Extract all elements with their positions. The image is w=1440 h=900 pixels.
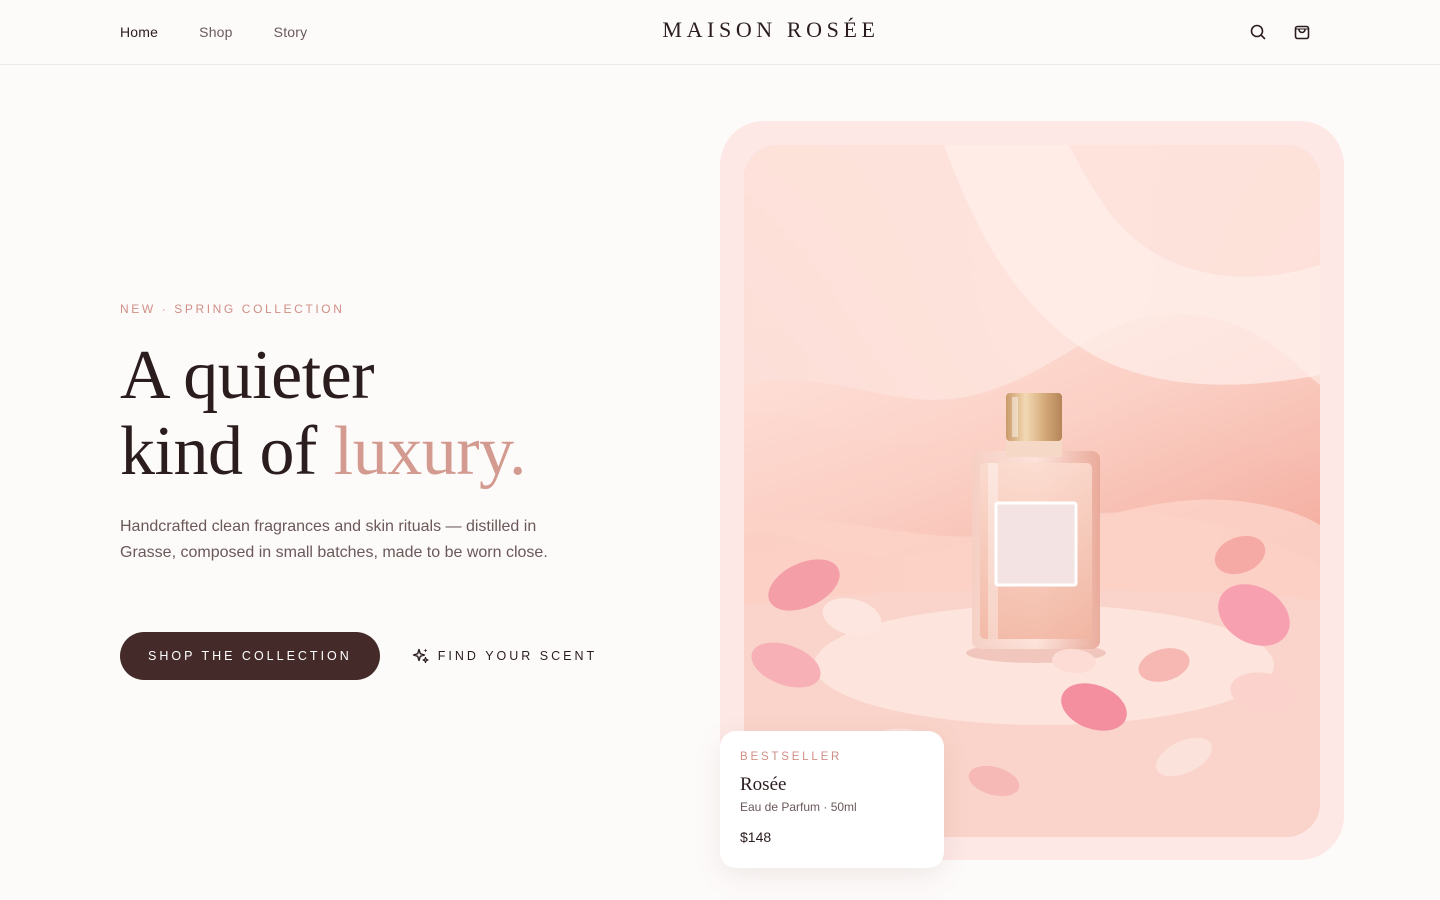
product-description: Eau de Parfum · 50ml [740, 800, 857, 814]
bestseller-badge: BESTSELLER [740, 751, 843, 763]
headline-line-1: A quieter [120, 337, 375, 414]
hero-actions: SHOP THE COLLECTION FIND YOUR SCENT [120, 632, 597, 680]
shop-collection-button[interactable]: SHOP THE COLLECTION [120, 632, 380, 680]
shopping-bag-icon[interactable] [1292, 22, 1312, 42]
bestseller-card[interactable]: BESTSELLER Rosée Eau de Parfum · 50ml $1… [720, 731, 944, 868]
find-scent-label: FIND YOUR SCENT [437, 649, 598, 663]
brand-logo[interactable]: MAISON ROSÉE [0, 17, 1440, 43]
sparkles-icon [412, 647, 430, 665]
hero-eyebrow: NEW · SPRING COLLECTION [120, 302, 345, 316]
hero-headline: A quieter kind of luxury. [120, 338, 526, 490]
headline-accent: luxury. [333, 413, 527, 490]
product-price: $148 [740, 829, 772, 845]
headline-line-2: kind of [120, 413, 317, 490]
hero-description: Handcrafted clean fragrances and skin ri… [120, 518, 548, 561]
site-header: Home Shop Story MAISON ROSÉE [0, 0, 1440, 65]
product-name: Rosée [740, 774, 787, 795]
find-scent-button[interactable]: FIND YOUR SCENT [412, 647, 597, 665]
header-actions [1248, 22, 1312, 42]
search-icon[interactable] [1248, 22, 1268, 42]
